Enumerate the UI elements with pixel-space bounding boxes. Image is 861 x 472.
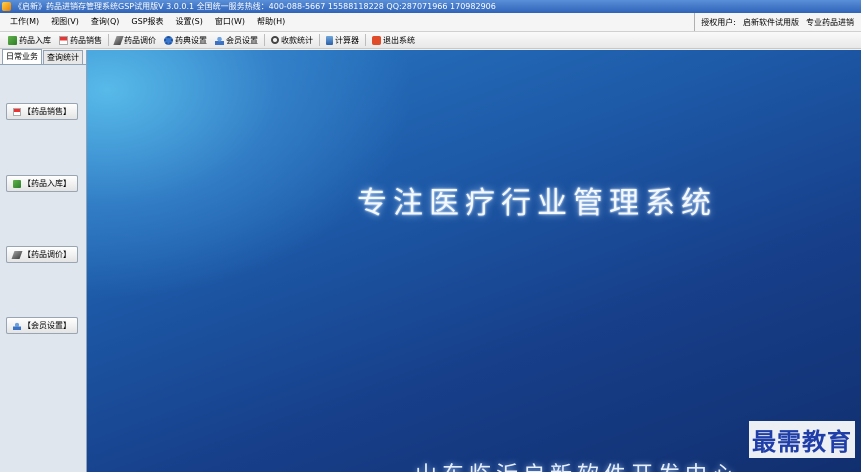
toolbar-sale-button[interactable]: 药品销售 [55,33,106,48]
sale-icon [13,107,21,116]
toolbar-label: 药品入库 [19,35,51,45]
splash-title: 专注医疗行业管理系统 [357,186,717,221]
toolbar-calculator-button[interactable]: 计算器 [322,33,363,48]
sidebar-tabs: 日常业务 查询统计 [0,49,86,65]
menu-help[interactable]: 帮助(H) [251,13,291,31]
sidebar-sale-button[interactable]: 【药品销售】 [6,103,78,120]
menu-gsp-report[interactable]: GSP报表 [125,13,169,31]
toolbar-receipt-stats-button[interactable]: 收款统计 [267,33,317,48]
toolbar-separator [264,34,265,46]
sale-icon [59,35,68,45]
toolbar-separator [319,34,320,46]
sidebar-button-label: 【药品入库】 [23,179,71,188]
price-pen-icon [113,35,124,45]
toolbar-member-button[interactable]: 会员设置 [211,33,262,48]
sidebar: 日常业务 查询统计 【药品销售】 【药品入库】 【药品调价】 【会员设置】 [0,49,87,472]
tab-query-stats[interactable]: 查询统计 [43,50,83,64]
gear-icon [164,35,173,45]
calculator-icon [326,35,333,45]
window-title: 《启新》药品进销存管理系统GSP试用版V 3.0.0.1 全国统一服务热线：40… [14,2,496,11]
toolbar-label: 计算器 [335,35,359,45]
menu-view[interactable]: 视图(V) [45,13,85,31]
tab-daily-business[interactable]: 日常业务 [2,49,42,64]
sidebar-price-adjust-button[interactable]: 【药品调价】 [6,246,78,263]
menu-settings[interactable]: 设置(S) [170,13,209,31]
toolbar-exit-button[interactable]: 退出系统 [368,33,419,48]
magnifier-icon [271,36,279,44]
window-titlebar[interactable]: 《启新》药品进销存管理系统GSP试用版V 3.0.0.1 全国统一服务热线：40… [0,0,861,13]
splash-subtitle: 山东临沂启新软件开发中心 [415,457,739,472]
toolbar-label: 药品调价 [124,35,156,45]
toolbar-label: 会员设置 [226,35,258,45]
toolbar-label: 药典设置 [175,35,207,45]
toolbar-pharmacopoeia-button[interactable]: 药典设置 [160,33,211,48]
auth-info: 授权用户: 启新软件试用版 专业药品进销 [694,13,861,31]
sidebar-button-label: 【会员设置】 [23,321,71,330]
sidebar-button-label: 【药品调价】 [23,250,71,259]
toolbar-label: 药品销售 [70,35,102,45]
box-in-icon [13,179,21,188]
main-splash: 专注医疗行业管理系统 山东临沂启新软件开发中心 最需教育 [87,50,861,472]
menu-window[interactable]: 窗口(W) [209,13,251,31]
toolbar-price-adjust-button[interactable]: 药品调价 [111,33,160,48]
watermark-logo: 最需教育 [749,421,855,458]
auth-label: 授权用户: [701,17,736,27]
toolbar: 药品入库 药品销售 药品调价 药典设置 会员设置 收款统计 计算器 退出系统 [0,32,861,49]
toolbar-label: 退出系统 [383,35,415,45]
member-icon [215,35,224,45]
toolbar-separator [365,34,366,46]
sidebar-button-label: 【药品销售】 [23,107,71,116]
toolbar-label: 收款统计 [281,35,313,45]
menu-bar: 工作(M) 视图(V) 查询(Q) GSP报表 设置(S) 窗口(W) 帮助(H… [0,13,861,32]
sidebar-member-button[interactable]: 【会员设置】 [6,317,78,334]
member-icon [13,321,21,330]
price-pen-icon [11,250,23,259]
app-icon [2,2,11,11]
box-in-icon [8,35,17,45]
menu-query[interactable]: 查询(Q) [85,13,126,31]
toolbar-separator [108,34,109,46]
sidebar-stock-in-button[interactable]: 【药品入库】 [6,175,78,192]
auth-extra: 专业药品进销 [806,17,854,27]
menu-work[interactable]: 工作(M) [4,13,45,31]
exit-icon [372,35,381,45]
auth-user: 启新软件试用版 [743,17,799,27]
toolbar-stock-in-button[interactable]: 药品入库 [4,33,55,48]
